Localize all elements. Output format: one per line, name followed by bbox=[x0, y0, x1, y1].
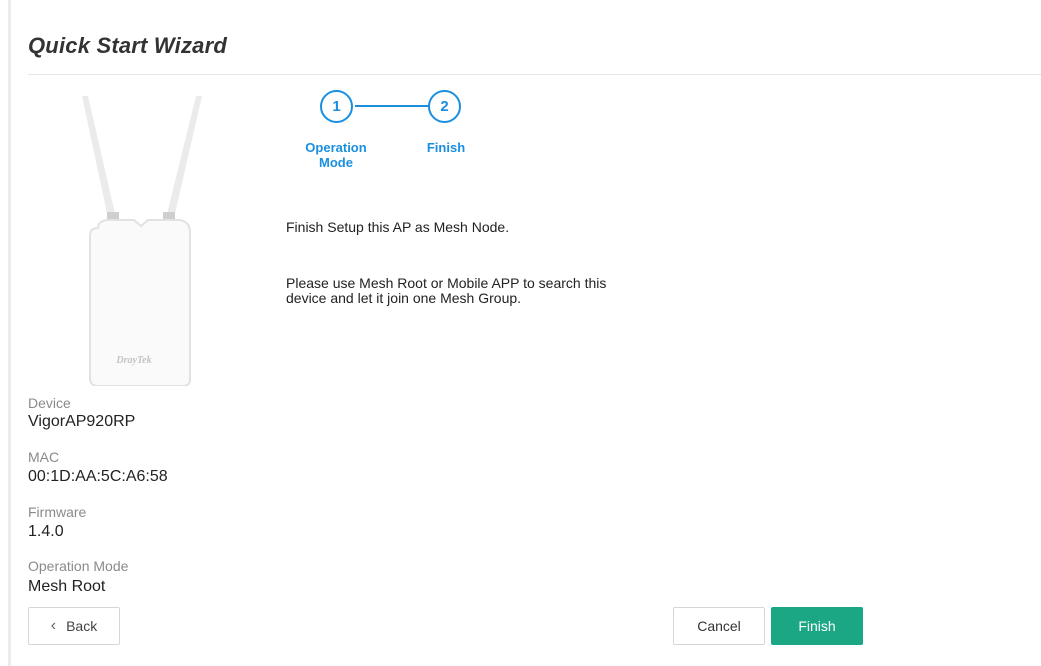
firmware-value: 1.4.0 bbox=[28, 523, 64, 540]
back-button[interactable]: ‹ Back bbox=[28, 607, 120, 645]
page-title: Quick Start Wizard bbox=[28, 33, 228, 58]
mac-label: MAC bbox=[28, 449, 60, 465]
step-2-label: Finish bbox=[426, 140, 466, 155]
operation-mode-label: Operation Mode bbox=[28, 558, 129, 574]
device-label: Device bbox=[28, 395, 71, 411]
step-1-indicator: 1 bbox=[320, 90, 353, 123]
back-button-label: Back bbox=[66, 618, 98, 634]
step-1-label: Operation Mode bbox=[305, 140, 367, 170]
finish-message: Finish Setup this AP as Mesh Node. bbox=[286, 219, 510, 235]
title-divider bbox=[28, 74, 1041, 75]
mac-value: 00:1D:AA:5C:A6:58 bbox=[28, 468, 168, 485]
instruction-line-1: Please use Mesh Root or Mobile APP to se… bbox=[286, 275, 607, 291]
step-connector bbox=[355, 105, 429, 107]
access-point-image: DrayTek bbox=[82, 96, 202, 386]
chevron-left-icon: ‹ bbox=[50, 617, 57, 634]
step-2-indicator: 2 bbox=[428, 90, 461, 123]
firmware-label: Firmware bbox=[28, 504, 87, 520]
device-value: VigorAP920RP bbox=[28, 413, 136, 430]
operation-mode-value: Mesh Root bbox=[28, 578, 106, 595]
left-border bbox=[8, 0, 11, 666]
instruction-line-2: device and let it join one Mesh Group. bbox=[286, 290, 522, 306]
brand-logo-text: DrayTek bbox=[115, 355, 151, 366]
finish-button[interactable]: Finish bbox=[771, 607, 863, 645]
cancel-button[interactable]: Cancel bbox=[673, 607, 765, 645]
